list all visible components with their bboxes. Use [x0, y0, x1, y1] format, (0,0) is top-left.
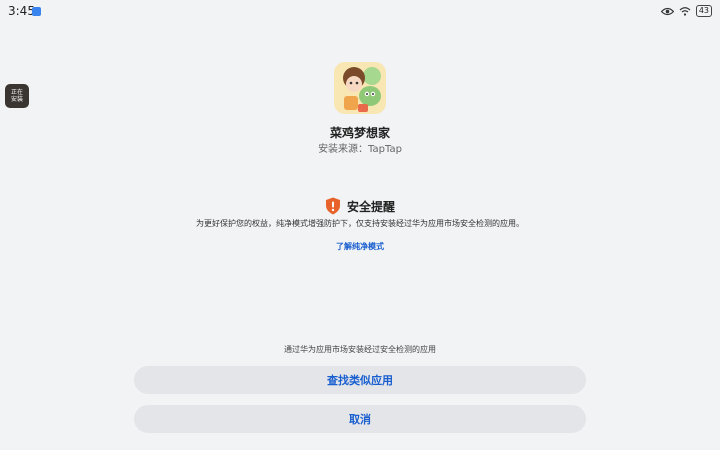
- install-source: 安装来源：TapTap: [318, 144, 402, 155]
- floating-badge-line1: 正在: [10, 89, 23, 96]
- wifi-icon: [679, 7, 691, 16]
- app-name: 菜鸡梦想家: [329, 126, 390, 140]
- shield-warning-icon: [325, 197, 340, 215]
- status-bar: 3:45 43: [0, 0, 720, 24]
- warning-title: 安全提醒: [346, 199, 395, 214]
- floating-badge-line2: 安装: [10, 96, 23, 103]
- notification-icon: [32, 7, 41, 16]
- find-similar-apps-button[interactable]: 查找类似应用: [134, 366, 586, 394]
- status-icons: 43: [660, 5, 712, 17]
- status-time: 3:45: [8, 4, 35, 18]
- installing-floating-badge[interactable]: 正在 安装: [5, 84, 29, 108]
- battery-icon: 43: [695, 5, 712, 17]
- footer-hint: 通过华为应用市场安装经过安全检测的应用: [284, 345, 436, 354]
- learn-pure-mode-link[interactable]: 了解纯净模式: [0, 241, 720, 252]
- cancel-button[interactable]: 取消: [134, 405, 586, 433]
- app-icon: [334, 62, 386, 114]
- warning-description: 为更好保护您的权益，纯净模式增强防护下，仅支持安装经过华为应用市场安全检测的应用…: [196, 219, 524, 228]
- security-warning-header: 安全提醒: [0, 197, 720, 215]
- eye-icon: [660, 7, 674, 15]
